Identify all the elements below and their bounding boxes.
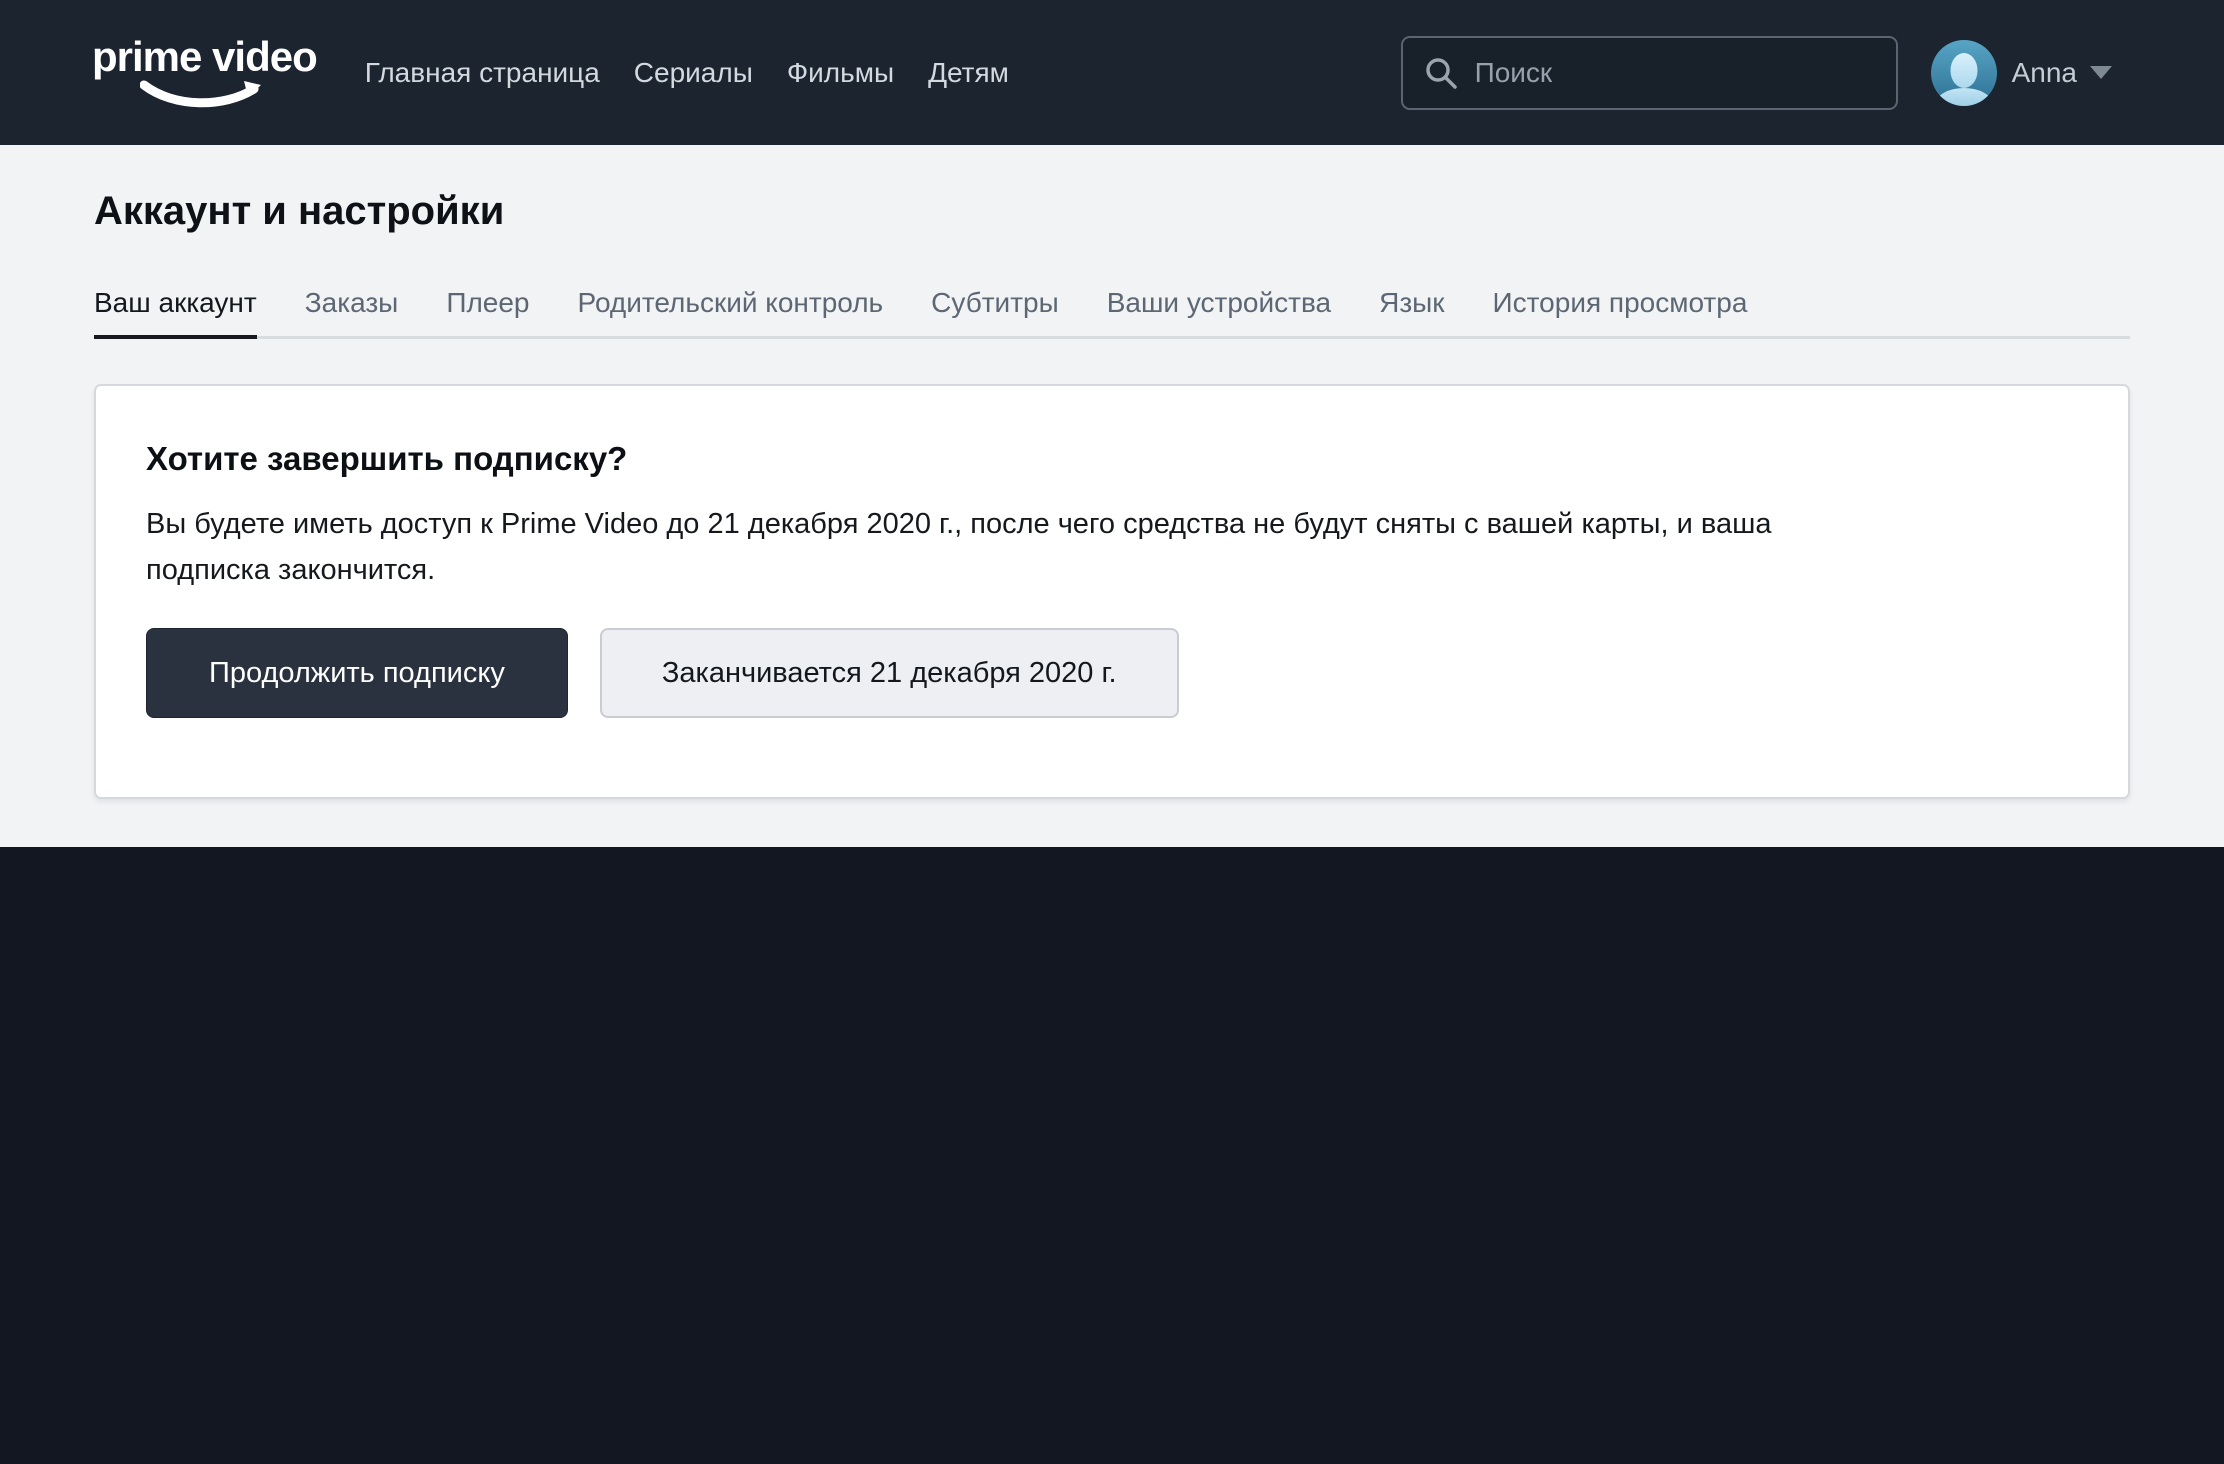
smile-arrow-icon: [140, 80, 262, 107]
top-navigation-bar: prime video Главная страница Сериалы Фильм…: [0, 0, 2224, 145]
footer-area: [0, 847, 2224, 1464]
prime-video-logo-text: prime video: [92, 32, 318, 80]
page-title: Аккаунт и настройки: [94, 189, 505, 233]
profile-menu-trigger[interactable]: Anna: [1930, 39, 2112, 106]
content-container: Аккаунт и настройки Ваш аккаунт Заказы Пле…: [94, 145, 2130, 799]
settings-tabs: Ваш аккаунт Заказы Плеер Родительский контр…: [94, 287, 2130, 339]
tab-7[interactable]: История просмотра: [1493, 287, 1748, 336]
account-settings-page: Аккаунт и настройки Ваш аккаунт Заказы Пле…: [0, 145, 2224, 847]
header-right-group: Anna: [1400, 35, 2112, 110]
search-box[interactable]: [1400, 35, 1898, 110]
card-body-text: Вы будете иметь доступ к Prime Video до …: [146, 508, 1772, 586]
tab-1[interactable]: Заказы: [305, 287, 399, 336]
nav-link-3[interactable]: Детям: [928, 58, 1009, 87]
avatar-head-shape: [1950, 52, 1978, 88]
tab-6[interactable]: Язык: [1379, 287, 1444, 336]
tab-5[interactable]: Ваши устройства: [1107, 287, 1331, 336]
tab-3[interactable]: Родительский контроль: [578, 287, 884, 336]
tab-2[interactable]: Плеер: [446, 287, 529, 336]
card-heading: Хотите завершить подписку?: [146, 440, 628, 477]
card-button-row: Продолжить подписку Заканчивается 21 дек…: [146, 628, 2078, 718]
nav-link-1[interactable]: Сериалы: [634, 58, 753, 87]
prime-video-logo[interactable]: prime video: [92, 32, 318, 110]
subscription-card: Хотите завершить подписку? Вы будете име…: [94, 384, 2130, 799]
chevron-down-icon: [2090, 66, 2112, 79]
nav-link-2[interactable]: Фильмы: [787, 58, 894, 87]
subscription-end-date-button[interactable]: Заканчивается 21 декабря 2020 г.: [599, 628, 1179, 718]
tab-4[interactable]: Субтитры: [931, 287, 1059, 336]
search-input[interactable]: [1474, 56, 1876, 89]
primary-nav: Главная страница Сериалы Фильмы Детям: [365, 58, 1009, 87]
continue-subscription-button[interactable]: Продолжить подписку: [146, 628, 568, 718]
profile-name: Anna: [2011, 56, 2077, 88]
tab-0[interactable]: Ваш аккаунт: [94, 287, 257, 339]
avatar-shoulders-shape: [1934, 87, 1993, 106]
nav-link-0[interactable]: Главная страница: [365, 58, 600, 87]
avatar: [1930, 39, 1997, 106]
search-icon: [1425, 57, 1457, 89]
